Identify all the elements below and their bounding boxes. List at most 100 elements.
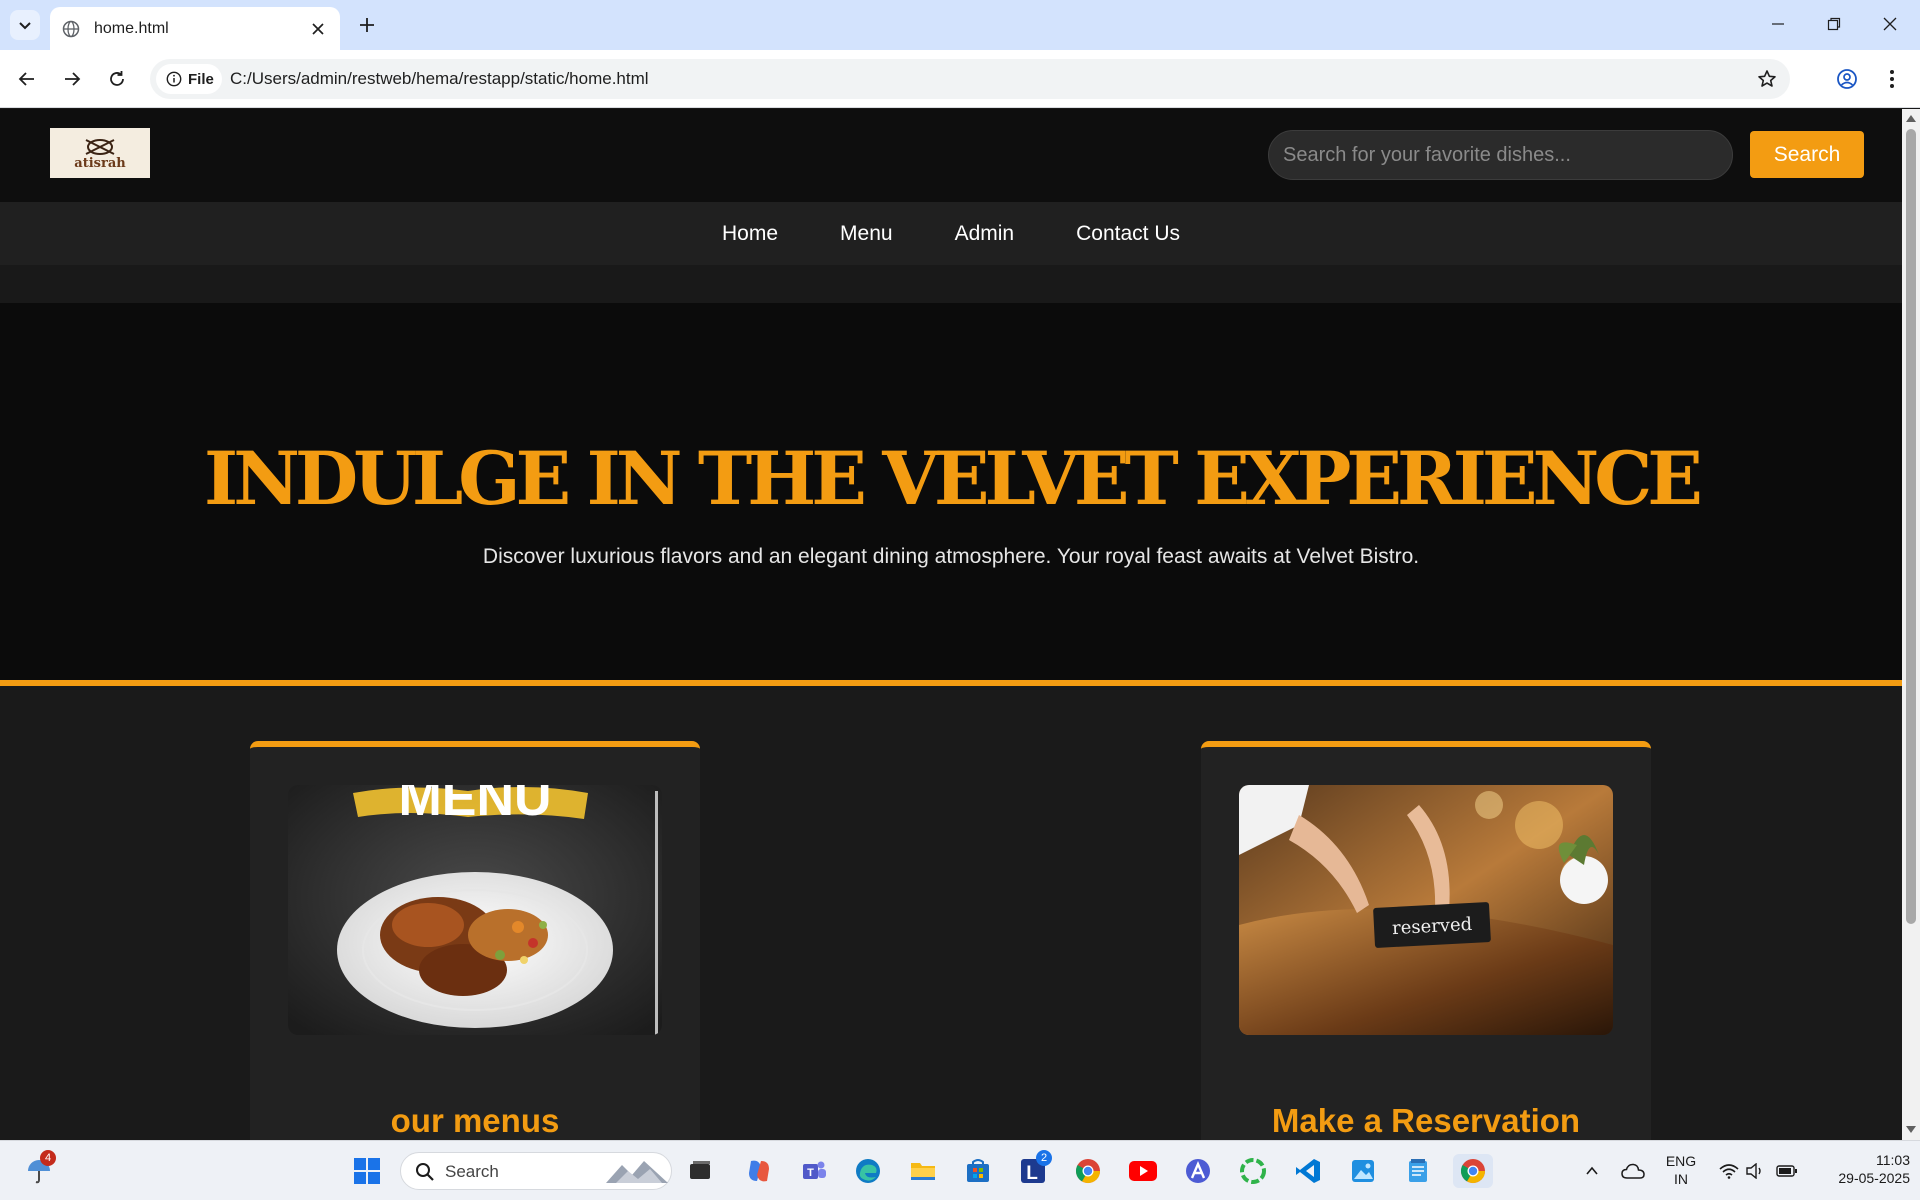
browser-tab-strip: home.html — [0, 0, 1920, 50]
chrome-app[interactable] — [1071, 1154, 1105, 1188]
new-tab-button[interactable] — [352, 10, 382, 40]
bookmark-button[interactable] — [1755, 67, 1779, 91]
scroll-thumb[interactable] — [1906, 129, 1916, 924]
browser-menu-button[interactable] — [1875, 62, 1909, 96]
show-hidden-icons-button[interactable] — [1575, 1154, 1609, 1188]
clock[interactable]: 11:03 29-05-2025 — [1810, 1151, 1910, 1187]
page-viewport: atisrah Search Home Menu Admin Contact U… — [0, 109, 1902, 1140]
triangle-down-icon — [1906, 1126, 1916, 1133]
close-icon — [312, 22, 324, 35]
store-icon — [967, 1159, 989, 1182]
language-indicator[interactable]: ENG IN — [1662, 1152, 1700, 1188]
l-app[interactable]: L 2 — [1016, 1150, 1052, 1188]
close-icon — [1883, 17, 1897, 31]
arrow-left-icon — [18, 72, 34, 86]
microsoft-store-app[interactable] — [961, 1154, 995, 1188]
reload-button[interactable] — [100, 62, 134, 96]
circle-sync-icon — [1240, 1158, 1266, 1184]
battery-icon — [1776, 1165, 1797, 1177]
globe-icon — [62, 20, 80, 37]
edge-icon — [856, 1159, 880, 1183]
sync-app[interactable] — [1236, 1154, 1270, 1188]
url-text[interactable]: C:/Users/admin/restweb/hema/restapp/stat… — [230, 69, 649, 89]
teams-app[interactable]: T — [797, 1154, 831, 1188]
tab-title: home.html — [94, 19, 169, 37]
volume-button[interactable] — [1738, 1154, 1772, 1188]
photos-app[interactable] — [1346, 1154, 1380, 1188]
chip-label: File — [188, 70, 214, 88]
search-icon — [416, 1163, 434, 1181]
notepad-app[interactable] — [1401, 1154, 1435, 1188]
nav-menu[interactable]: Menu — [840, 222, 893, 246]
info-icon — [166, 71, 182, 87]
reservation-card-image[interactable]: reserved — [1239, 785, 1613, 1035]
chrome-active-app[interactable] — [1453, 1154, 1493, 1188]
forward-button[interactable] — [55, 62, 89, 96]
active-tab[interactable]: home.html — [50, 7, 340, 50]
copilot-icon — [749, 1160, 769, 1182]
teams-icon: T — [803, 1161, 826, 1179]
copilot-app[interactable] — [742, 1154, 776, 1188]
wifi-icon — [1719, 1164, 1739, 1179]
reservation-card[interactable]: reserved Make a Reservation — [1201, 741, 1651, 1140]
os-taskbar: 4 Search T L 2 ENG IN 11:03 29-05-2025 — [0, 1140, 1920, 1200]
edge-app[interactable] — [851, 1154, 885, 1188]
crossed-utensils-icon — [85, 138, 115, 155]
arrow-right-icon — [65, 72, 81, 86]
menu-card-image[interactable]: MENU — [288, 785, 662, 1035]
reserved-table-image: reserved — [1239, 785, 1613, 1035]
language-line1: ENG — [1665, 1153, 1697, 1169]
hero-section: INDULGE IN THE VELVET EXPERIENCE Discove… — [0, 303, 1902, 686]
site-logo[interactable]: atisrah — [50, 128, 150, 178]
task-view-button[interactable] — [683, 1154, 717, 1188]
nav-admin[interactable]: Admin — [955, 222, 1015, 246]
youtube-app[interactable] — [1126, 1154, 1160, 1188]
taskbar-search[interactable]: Search — [400, 1152, 672, 1190]
taskbar-search-label: Search — [445, 1162, 499, 1181]
arc-app[interactable] — [1181, 1154, 1215, 1188]
photos-icon — [1352, 1160, 1374, 1182]
restore-button[interactable] — [1806, 0, 1862, 48]
vscode-app[interactable] — [1291, 1154, 1325, 1188]
site-header: atisrah Search — [0, 109, 1902, 202]
search-button[interactable]: Search — [1750, 131, 1864, 178]
menu-image-label: MENU — [398, 785, 551, 827]
notepad-icon — [1409, 1159, 1427, 1182]
close-window-button[interactable] — [1862, 0, 1918, 48]
close-tab-button[interactable] — [308, 19, 328, 39]
tab-search-button[interactable] — [10, 10, 40, 40]
profile-icon — [1837, 69, 1857, 89]
speaker-icon — [1746, 1163, 1761, 1179]
plus-icon — [360, 18, 374, 32]
scroll-up-arrow[interactable] — [1906, 113, 1916, 123]
folder-icon — [911, 1163, 935, 1180]
windows-logo-icon — [354, 1158, 380, 1184]
nav-home[interactable]: Home — [722, 222, 778, 246]
menu-card-title[interactable]: our menus — [250, 1102, 700, 1140]
task-view-icon — [690, 1161, 710, 1179]
weather-widget[interactable]: 4 — [22, 1150, 56, 1188]
address-bar[interactable]: File C:/Users/admin/restweb/hema/restapp… — [150, 59, 1790, 99]
page-scrollbar[interactable] — [1902, 109, 1920, 1140]
file-explorer-app[interactable] — [906, 1154, 940, 1188]
start-button[interactable] — [350, 1154, 384, 1188]
youtube-icon — [1129, 1161, 1157, 1181]
browser-toolbar: File C:/Users/admin/restweb/hema/restapp… — [0, 50, 1920, 108]
dish-search-input[interactable] — [1268, 130, 1733, 180]
hero-subtitle: Discover luxurious flavors and an elegan… — [482, 545, 1420, 568]
menu-card[interactable]: MENU our menus — [250, 741, 700, 1140]
reservation-card-title[interactable]: Make a Reservation — [1201, 1102, 1651, 1140]
triangle-up-icon — [1906, 115, 1916, 122]
chrome-icon — [1075, 1159, 1100, 1184]
site-info-chip[interactable]: File — [156, 64, 222, 94]
scroll-down-arrow[interactable] — [1906, 1125, 1916, 1135]
nav-spacer — [0, 265, 1902, 303]
profile-button[interactable] — [1830, 62, 1864, 96]
onedrive-button[interactable] — [1616, 1154, 1650, 1188]
reserved-sign-text: reserved — [1392, 914, 1473, 939]
nav-contact-us[interactable]: Contact Us — [1076, 222, 1180, 246]
battery-button[interactable] — [1770, 1154, 1804, 1188]
cloud-icon — [1621, 1163, 1645, 1179]
minimize-button[interactable] — [1750, 0, 1806, 48]
back-button[interactable] — [10, 62, 44, 96]
